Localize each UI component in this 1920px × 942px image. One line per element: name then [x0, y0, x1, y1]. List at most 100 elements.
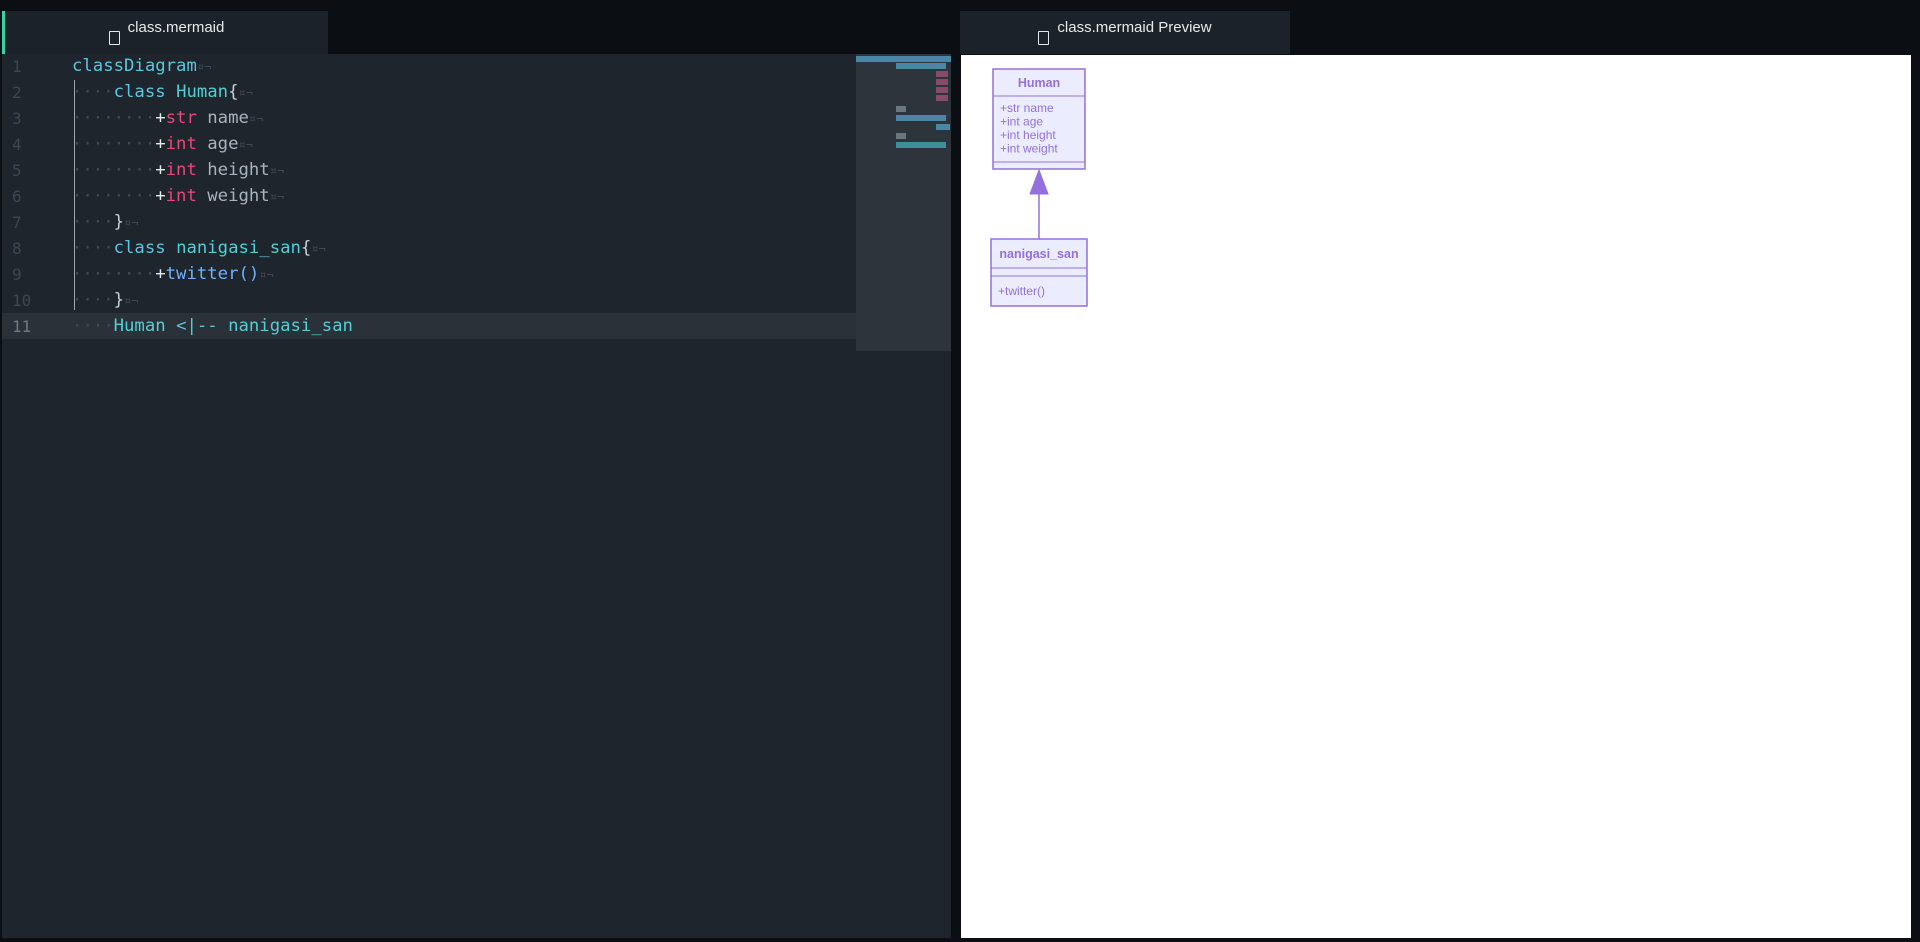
line-number: 8: [12, 238, 22, 258]
code-text: ········+int height¤¬: [72, 160, 284, 180]
minimap-line: [936, 79, 948, 85]
minimap-line: [936, 71, 948, 77]
minimap-line: [896, 142, 946, 148]
line-number: 10: [12, 290, 32, 310]
code-token: }: [113, 290, 125, 310]
eol-marker: ¤¬: [311, 242, 326, 256]
minimap-line: [896, 115, 946, 121]
whitespace-marker: ····: [72, 238, 114, 258]
eol-marker: ¤¬: [238, 138, 253, 152]
code-line[interactable]: 6 ········+int weight¤¬: [2, 183, 942, 209]
line-number: 6: [12, 186, 22, 206]
code-text: ········+twitter()¤¬: [72, 264, 274, 284]
code-text: ····}¤¬: [72, 290, 138, 310]
tab-editor[interactable]: class.mermaid: [2, 11, 328, 54]
code-token: weight: [196, 186, 270, 206]
code-text: ········+int weight¤¬: [72, 186, 284, 206]
minimap-line: [936, 124, 950, 130]
code-line[interactable]: 10 ····}¤¬: [2, 287, 942, 313]
code-line[interactable]: 11 ····Human <|-- nanigasi_san: [2, 313, 942, 339]
class-method: +twitter(): [998, 284, 1045, 298]
eol-marker: ¤¬: [259, 268, 274, 282]
code-token: +: [155, 264, 166, 284]
eol-marker: ¤¬: [196, 60, 212, 74]
class-member: +str name: [1000, 101, 1054, 115]
code-text: ········+int age¤¬: [72, 134, 253, 154]
minimap-line: [896, 106, 906, 112]
line-number: 3: [12, 108, 22, 128]
tab-editor-label: class.mermaid: [127, 19, 225, 36]
line-number: 4: [12, 134, 22, 154]
code-text: ····}¤¬: [72, 212, 138, 232]
class-member: +int weight: [1000, 142, 1058, 156]
whitespace-marker: ········: [72, 186, 156, 206]
code-line[interactable]: 2 ····class Human{¤¬: [2, 79, 942, 105]
line-number: 1: [12, 56, 22, 76]
code-token: +: [155, 186, 166, 206]
code-line[interactable]: 5 ········+int height¤¬: [2, 157, 942, 183]
code-line[interactable]: 7 ····}¤¬: [2, 209, 942, 235]
code-token: int: [165, 134, 197, 154]
indent-guide: [74, 80, 75, 310]
pane-divider[interactable]: [951, 54, 960, 938]
file-icon: [1038, 30, 1050, 45]
code-token: twitter(): [165, 264, 260, 284]
code-token: name: [196, 108, 249, 128]
code-line[interactable]: 3 ········+str name¤¬: [2, 105, 942, 131]
code-line[interactable]: 9 ········+twitter()¤¬: [2, 261, 942, 287]
code-line[interactable]: 1 classDiagram¤¬: [2, 54, 942, 79]
code-token: Human: [113, 316, 177, 336]
whitespace-marker: ········: [72, 134, 156, 154]
minimap-line: [936, 87, 948, 93]
preview-pane: Human +str name +int age +int height +int we…: [961, 55, 1911, 938]
code-editor[interactable]: 1 classDiagram¤¬ 2 ····class Human{¤¬ 3 ·····…: [2, 54, 951, 938]
code-token: int: [165, 186, 197, 206]
file-icon: [108, 30, 120, 45]
code-token: age: [196, 134, 239, 154]
code-token: {: [300, 238, 312, 258]
code-token: class: [113, 238, 177, 258]
line-number: 9: [12, 264, 22, 284]
tab-preview[interactable]: class.mermaid Preview: [960, 11, 1290, 54]
code-token: +: [155, 108, 166, 128]
line-number: 2: [12, 82, 22, 102]
whitespace-marker: ····: [72, 290, 114, 310]
code-token: nanigasi_san: [176, 238, 301, 258]
code-token: class: [113, 82, 177, 102]
code-text: ····class nanigasi_san{¤¬: [72, 238, 326, 258]
minimap[interactable]: [856, 54, 951, 351]
code-token: }: [113, 212, 125, 232]
whitespace-marker: ········: [72, 264, 156, 284]
whitespace-marker: ····: [72, 316, 114, 336]
minimap-line: [896, 63, 946, 69]
code-line[interactable]: 4 ········+int age¤¬: [2, 131, 942, 157]
minimap-line: [856, 56, 951, 62]
code-line[interactable]: 8 ····class nanigasi_san{¤¬: [2, 235, 942, 261]
code-token: str: [165, 108, 197, 128]
code-token: +: [155, 134, 166, 154]
whitespace-marker: ····: [72, 212, 114, 232]
eol-marker: ¤¬: [124, 294, 139, 308]
eol-marker: ¤¬: [248, 112, 264, 126]
code-token: height: [196, 160, 270, 180]
line-number: 5: [12, 160, 22, 180]
code-text: ····class Human{¤¬: [72, 82, 253, 102]
eol-marker: ¤¬: [124, 216, 139, 230]
code-token: +: [155, 160, 166, 180]
class-member: +int age: [1000, 115, 1043, 129]
class-diagram: Human +str name+int age+int height+int we…: [990, 68, 1088, 307]
line-number: 11: [12, 316, 32, 336]
line-number: 7: [12, 212, 22, 232]
code-token: Human: [176, 82, 229, 102]
whitespace-marker: ····: [72, 82, 114, 102]
eol-marker: ¤¬: [269, 190, 285, 204]
code-text: ····Human <|-- nanigasi_san: [72, 316, 353, 336]
minimap-line: [896, 133, 906, 139]
code-text: ········+str name¤¬: [72, 108, 263, 128]
eol-marker: ¤¬: [238, 86, 253, 100]
whitespace-marker: ········: [72, 160, 156, 180]
minimap-line: [936, 95, 948, 101]
inheritance-arrowhead: [1029, 168, 1049, 195]
code-token: {: [228, 82, 239, 102]
code-token: nanigasi_san: [228, 316, 353, 336]
